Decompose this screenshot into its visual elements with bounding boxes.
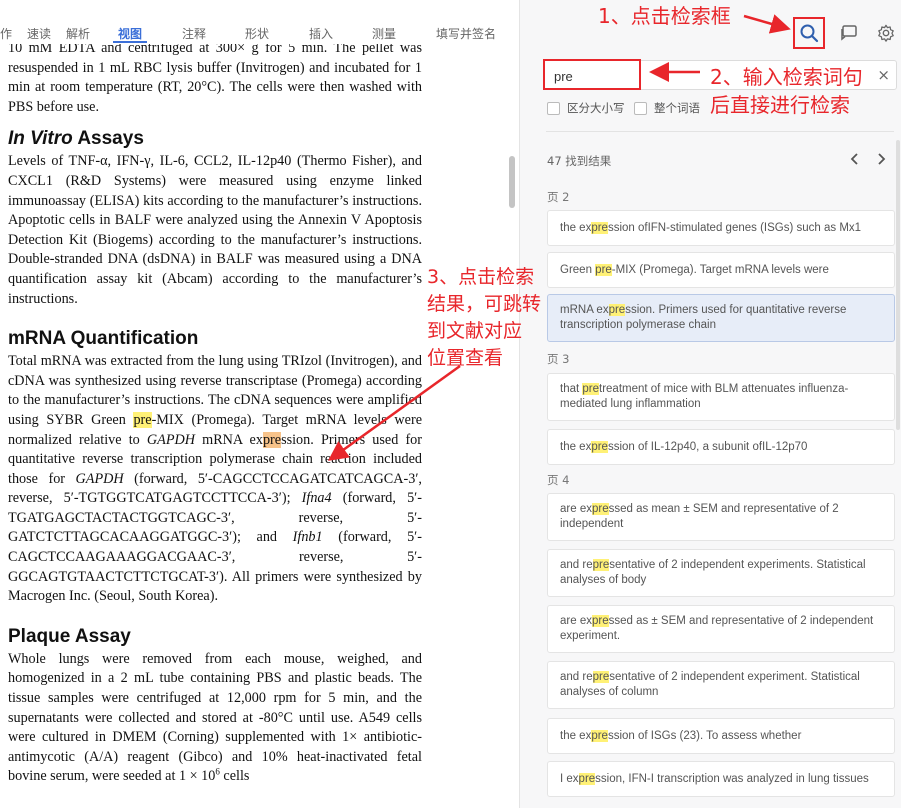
doc-paragraph-mrna: Total mRNA was extracted from the lung u…: [8, 352, 422, 607]
match-case-label: 区分大小写: [567, 101, 625, 115]
tab-insert[interactable]: 插入: [309, 25, 333, 42]
search-result-item[interactable]: the expression ofIFN-stimulated genes (I…: [547, 210, 895, 246]
annotation-step3-line: 到文献对应: [427, 320, 523, 342]
search-input-callout-box: [543, 59, 641, 90]
result-text: are expressed as ± SEM and representativ…: [560, 615, 874, 642]
result-text: are expressed as mean ± SEM and represen…: [560, 503, 839, 530]
whole-word-option[interactable]: 整个词语: [634, 100, 700, 116]
annotation-step3-line: 位置查看: [427, 347, 504, 369]
doc-gene-name: Ifna4: [301, 490, 332, 507]
doc-text: mRNA ex: [195, 431, 263, 448]
tab-view[interactable]: 视图: [118, 25, 142, 42]
doc-paragraph: Levels of TNF-α, IFN-γ, IL-6, CCL2, IL-1…: [8, 153, 422, 307]
search-icon: [800, 24, 819, 43]
next-result-button[interactable]: [871, 148, 891, 170]
result-text: mRNA expression. Primers used for quanti…: [560, 304, 847, 331]
match-case-option[interactable]: 区分大小写: [547, 100, 625, 116]
results-scrollbar[interactable]: [896, 140, 900, 430]
tab-fill-sign[interactable]: 填写并签名: [436, 25, 496, 42]
doc-text: cells: [219, 768, 250, 785]
result-text: that pretreatment of mice with BLM atten…: [560, 383, 849, 410]
whole-word-label: 整个词语: [654, 101, 700, 115]
annotation-step3-line: 3、点击检索: [427, 266, 535, 288]
search-result-item[interactable]: the expression of IL-12p40, a subunit of…: [547, 429, 895, 465]
match-case-checkbox[interactable]: [547, 101, 560, 115]
document-page: 10 mM EDTA and centrifuged at 300× g for…: [8, 44, 422, 787]
chevron-left-icon: [850, 153, 858, 165]
active-tab-indicator: [113, 41, 147, 43]
result-text: the expression ofIFN-stimulated genes (I…: [560, 221, 862, 234]
tab-speed-read[interactable]: 速读: [27, 25, 51, 42]
result-text: Green pre-MIX (Promega). Target mRNA lev…: [560, 263, 829, 276]
comment-button[interactable]: [834, 18, 864, 48]
search-button[interactable]: [793, 17, 825, 49]
doc-text: Whole lungs were removed from each mouse…: [8, 650, 422, 785]
search-result-item[interactable]: and representative of 2 independent expe…: [547, 549, 895, 597]
search-result-item[interactable]: are expressed as mean ± SEM and represen…: [547, 493, 895, 541]
doc-paragraph: Whole lungs were removed from each mouse…: [8, 650, 422, 787]
tab-annotate[interactable]: 注释: [182, 25, 206, 42]
doc-heading: In Vitro Assays: [8, 128, 422, 150]
search-result-item[interactable]: that pretreatment of mice with BLM atten…: [547, 373, 895, 421]
annotation-step2: 2、输入检索词句: [710, 65, 863, 89]
settings-button[interactable]: [872, 18, 900, 48]
tab-shape[interactable]: 形状: [245, 25, 269, 42]
result-text: and representative of 2 independent expe…: [560, 559, 866, 586]
annotation-step2-line2: 后直接进行检索: [710, 93, 850, 117]
tab-analysis[interactable]: 解析: [66, 25, 90, 42]
search-highlight[interactable]: pre: [133, 411, 152, 428]
doc-heading: mRNA Quantification: [8, 328, 199, 350]
divider: [546, 131, 894, 132]
result-count: 47 找到结果: [547, 154, 612, 168]
current-search-highlight[interactable]: pre: [262, 431, 282, 448]
page-group-label: 页 3: [547, 352, 570, 366]
doc-heading-italic: In Vitro: [8, 128, 73, 150]
search-result-item[interactable]: and representative of 2 independent expe…: [547, 661, 895, 709]
doc-heading-rest: Assays: [72, 128, 144, 150]
gear-icon: [878, 24, 894, 42]
toolbar: 作 速读 解析 视图 注释 形状 插入 测量 填写并签名: [0, 0, 520, 44]
annotation-step3-line: 结果，可跳转: [427, 293, 542, 315]
search-result-item-selected[interactable]: mRNA expression. Primers used for quanti…: [547, 294, 895, 342]
result-text: and representative of 2 independent expe…: [560, 671, 860, 698]
prev-result-button[interactable]: [845, 148, 865, 170]
tab-measure[interactable]: 测量: [372, 25, 396, 42]
doc-gene-name: GAPDH: [146, 431, 195, 448]
annotation-step1: 1、点击检索框: [598, 4, 731, 28]
result-text: the expression of IL-12p40, a subunit of…: [560, 440, 808, 453]
chevron-right-icon: [878, 153, 886, 165]
comment-icon: [841, 25, 857, 41]
doc-gene-name: GAPDH: [75, 470, 124, 487]
result-text: I expression, IFN-I transcription was an…: [560, 772, 869, 785]
search-result-item[interactable]: Green pre-MIX (Promega). Target mRNA lev…: [547, 252, 895, 288]
search-result-item[interactable]: the expression of ISGs (23). To assess w…: [547, 718, 895, 754]
doc-paragraph: 10 mM EDTA and centrifuged at 300× g for…: [8, 44, 422, 115]
document-viewer[interactable]: 10 mM EDTA and centrifuged at 300× g for…: [0, 44, 432, 808]
page-group-label: 页 2: [547, 190, 570, 204]
doc-heading: Plaque Assay: [8, 625, 131, 647]
search-result-item[interactable]: I expression, IFN-I transcription was an…: [547, 761, 895, 797]
search-result-item[interactable]: are expressed as ± SEM and representativ…: [547, 605, 895, 653]
document-scrollbar[interactable]: [509, 156, 515, 208]
doc-gene-name: Ifnb1: [292, 529, 323, 546]
whole-word-checkbox[interactable]: [634, 101, 647, 115]
close-icon[interactable]: ×: [877, 66, 890, 84]
annotation-step3: 3、点击检索 结果，可跳转 到文献对应 位置查看: [427, 264, 541, 372]
tab-cut-off[interactable]: 作: [0, 25, 12, 42]
page-group-label: 页 4: [547, 473, 570, 487]
result-text: the expression of ISGs (23). To assess w…: [560, 729, 802, 742]
